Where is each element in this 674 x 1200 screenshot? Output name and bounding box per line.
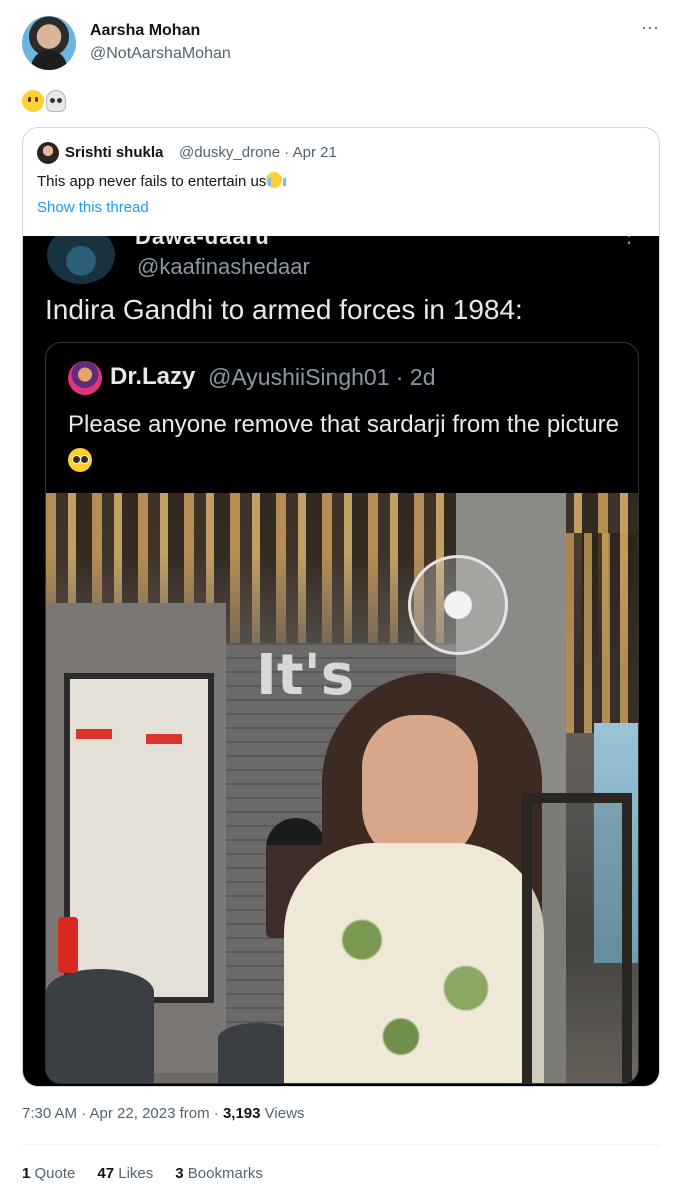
wooden-chair [522,793,632,1083]
embedded-more-icon: ⋮ [619,236,639,247]
wall-sign: It's [256,643,355,708]
embedded-tweet-text: Indira Gandhi to armed forces in 1984: [45,294,523,325]
quotes-label: Quote [34,1165,76,1182]
tweet-timestamp[interactable]: 7:30 AM · Apr 22, 2023 from · [22,1105,219,1122]
embedded-author-name-cropped: Dawa-daaru [135,236,270,249]
woozy-face-emoji-icon [22,90,44,112]
likes-stat[interactable]: 47 Likes [97,1165,153,1182]
bamboo-ceiling-right [566,533,638,733]
quoted-author-avatar [37,142,59,164]
embedded-screenshot-image: Dawa-daaru @kaafinashedaar ⋮ Indira Gand… [23,236,659,1086]
quoted-tweet-text-row: This app never fails to entertain us [37,172,287,190]
author-avatar[interactable] [22,16,76,70]
quoted-tweet-text: This app never fails to entertain us [37,173,267,190]
divider [22,1144,660,1145]
engagement-stats: 1 Quote 47 Likes 3 Bookmarks [22,1165,263,1182]
author-handle[interactable]: @NotAarshaMohan [90,45,231,63]
embedded-inner-quote: Dr.Lazy @AyushiiSingh01 · 2d Please anyo… [45,342,639,1084]
embedded-author-avatar [47,236,115,284]
tweet-text [22,90,66,112]
cafe-photo: It's [46,493,638,1083]
inner-quote-handle-date: @AyushiiSingh01 · 2d [208,364,436,390]
embedded-author-handle: @kaafinashedaar [137,254,310,279]
quoted-author-name: Srishti shukla [65,144,164,161]
door-sign-right [146,734,182,744]
quoted-author-handle-date: @dusky_drone · Apr 21 [179,144,337,161]
inner-quote-author-name: Dr.Lazy [110,363,196,390]
quotes-stat[interactable]: 1 Quote [22,1165,75,1182]
skull-emoji-icon [46,90,66,112]
likes-count: 47 [97,1165,115,1182]
inner-quote-text: Please anyone remove that sardarji from … [68,411,619,438]
woman-floral-dress [284,843,544,1083]
likes-label: Likes [118,1165,154,1182]
tweet: Aarsha Mohan @NotAarshaMohan ··· Srishti… [0,0,674,1200]
tweet-timestamp-views: 7:30 AM · Apr 22, 2023 from · 3,193 View… [22,1105,304,1122]
crying-face-emoji-icon [266,172,287,188]
ketchup-bottle [58,917,78,973]
bookmarks-stat[interactable]: 3 Bookmarks [175,1165,263,1182]
inner-quote-text-row: Please anyone remove that sardarji from … [68,407,628,479]
stool-left [46,969,154,1083]
pleading-face-emoji-icon [68,448,92,472]
bookmarks-count: 3 [175,1165,184,1182]
quotes-count: 1 [22,1165,31,1182]
door-sign-left [76,729,112,739]
views-label: Views [264,1105,305,1122]
quoted-tweet-card[interactable]: Srishti shukla @dusky_drone · Apr 21 Thi… [22,127,660,1087]
inner-quote-avatar [68,361,102,395]
author-display-name[interactable]: Aarsha Mohan [90,22,200,40]
show-thread-link[interactable]: Show this thread [37,199,149,216]
wall-fan-icon [408,555,508,655]
bookmarks-label: Bookmarks [187,1165,263,1182]
door [64,673,214,1003]
more-options-icon[interactable]: ··· [636,18,664,40]
avatar-figure [31,50,67,70]
views-count: 3,193 [222,1105,261,1122]
